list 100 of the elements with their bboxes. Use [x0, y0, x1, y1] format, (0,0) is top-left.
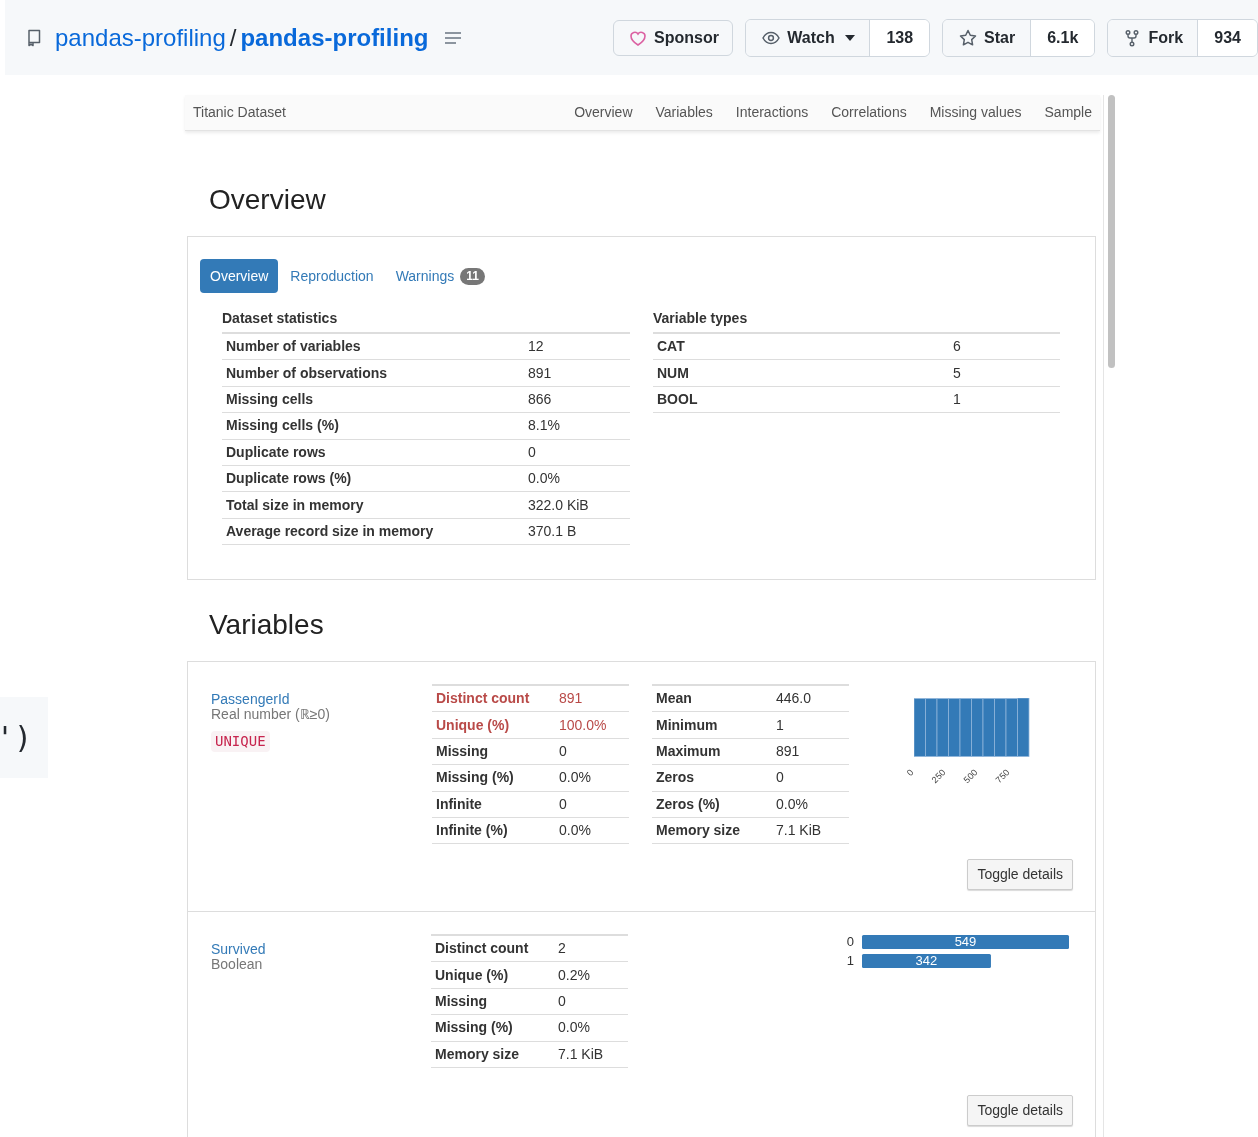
variable-name-link[interactable]: Survived	[211, 941, 266, 957]
nav-link[interactable]: Correlations	[831, 102, 907, 123]
stat-value: 6	[953, 337, 962, 357]
stat-value: 7.1 KiB	[558, 1044, 605, 1064]
stat-value: 0.0%	[558, 1018, 591, 1038]
axis-tick-label: 500	[961, 767, 980, 786]
stat-label: CAT	[656, 337, 686, 357]
stat-value: 0.2%	[558, 965, 591, 985]
tab[interactable]: Warnings 11	[385, 259, 495, 293]
stat-label: Missing (%)	[435, 768, 515, 788]
stat-label: Duplicate rows	[225, 442, 327, 462]
count-link[interactable]: 934	[1198, 19, 1257, 56]
stat-value: 1	[776, 715, 785, 735]
variable-name-link[interactable]: PassengerId	[211, 691, 290, 707]
table-title: Dataset statistics	[222, 309, 339, 328]
stat-value: 0	[528, 442, 537, 462]
stat-label: Memory size	[434, 1044, 521, 1064]
stat-value: 322.0 KiB	[528, 495, 590, 515]
stat-label: Missing cells (%)	[225, 416, 340, 436]
warning-badge: UNIQUE	[211, 731, 270, 752]
scrollbar-thumb[interactable]	[1108, 95, 1115, 368]
stat-value: 446.0	[776, 689, 813, 709]
path-separator: /	[229, 22, 237, 53]
star-icon	[958, 27, 979, 48]
stat-value: 891	[528, 363, 553, 383]
stat-value: 12	[528, 337, 545, 357]
variable-type: Real number (ℝ≥0)	[211, 707, 330, 721]
table-title: Variable types	[653, 309, 749, 328]
stat-label: Missing (%)	[434, 1018, 514, 1038]
nav-link[interactable]: Interactions	[735, 102, 809, 123]
nav-link[interactable]: Variables	[655, 102, 713, 123]
repo-icon	[25, 27, 43, 48]
count-link[interactable]: 6.1k	[1031, 19, 1095, 56]
stat-value: 100.0%	[559, 715, 608, 735]
code-fragment: ')	[0, 719, 33, 757]
menu-icon	[444, 30, 463, 45]
stat-label: Number of variables	[225, 337, 362, 357]
data-label: 549	[954, 934, 977, 949]
stat-value: 5	[953, 363, 962, 383]
stat-label: Missing	[434, 991, 489, 1011]
toggle-details-button[interactable]: Toggle details	[967, 859, 1073, 890]
star-button[interactable]: Star	[943, 19, 1032, 56]
section-heading: Variables	[209, 609, 325, 641]
axis-tick-label: 250	[929, 767, 948, 786]
stat-value: 0.0%	[559, 821, 592, 841]
stat-label: Infinite (%)	[435, 821, 509, 841]
nav-link[interactable]: Sample	[1044, 102, 1092, 123]
stat-label: Distinct count	[434, 939, 530, 959]
stat-label: Minimum	[655, 715, 719, 735]
stat-value: 0.0%	[559, 768, 592, 788]
tab[interactable]: Reproduction	[280, 259, 384, 293]
stat-label: Zeros (%)	[655, 794, 721, 814]
section-heading: Overview	[209, 184, 327, 216]
stat-value: 0.0%	[528, 469, 561, 489]
variable-type: Boolean	[211, 957, 263, 971]
caret-icon	[844, 34, 855, 41]
stat-label: Duplicate rows (%)	[225, 469, 353, 489]
stat-value: 0	[776, 768, 785, 788]
stat-label: Infinite	[435, 794, 483, 814]
axis-tick-label: 750	[993, 767, 1012, 786]
nav-link[interactable]: Overview	[574, 102, 633, 123]
repo-owner-link[interactable]: pandas-profiling	[55, 19, 226, 56]
repo-name-link[interactable]: pandas-profiling	[240, 19, 429, 56]
stat-value: 0	[559, 741, 568, 761]
stat-label: Maximum	[655, 741, 722, 761]
stat-value: 891	[559, 689, 584, 709]
stat-value: 2	[558, 939, 567, 959]
category-label: 0	[846, 934, 854, 949]
stat-label: Zeros	[655, 768, 696, 788]
stat-value: 1	[953, 389, 962, 409]
stat-label: Unique (%)	[434, 965, 510, 985]
stat-label: Mean	[655, 689, 693, 709]
stat-label: Total size in memory	[225, 495, 365, 515]
count-link[interactable]: 138	[870, 19, 930, 56]
fork-button[interactable]: Fork	[1108, 19, 1199, 56]
data-label: 342	[915, 953, 938, 968]
sponsor-button[interactable]: Sponsor	[613, 19, 734, 56]
stat-value: 370.1 B	[528, 521, 578, 541]
category-label: 1	[846, 953, 854, 968]
stat-value: 7.1 KiB	[776, 821, 823, 841]
stat-value: 891	[776, 741, 801, 761]
stat-label: BOOL	[656, 389, 699, 409]
brand-link[interactable]: Titanic Dataset	[193, 102, 286, 123]
stat-value: 8.1%	[528, 416, 561, 436]
watch-button[interactable]: Watch	[746, 19, 871, 56]
stat-value: 0	[559, 794, 568, 814]
stat-label: NUM	[656, 363, 690, 383]
toggle-details-button[interactable]: Toggle details	[967, 1095, 1073, 1126]
stat-label: Distinct count	[435, 689, 531, 709]
stat-label: Number of observations	[225, 363, 389, 383]
count-badge: 11	[460, 267, 485, 285]
stat-label: Missing cells	[225, 389, 315, 409]
stat-value: 866	[528, 389, 553, 409]
stat-label: Average record size in memory	[225, 521, 435, 541]
stat-label: Missing	[435, 741, 490, 761]
tab[interactable]: Overview	[200, 259, 279, 293]
nav-link[interactable]: Missing values	[929, 102, 1022, 123]
stat-label: Memory size	[655, 821, 742, 841]
stat-value: 0.0%	[776, 794, 809, 814]
axis-tick-label: 0	[904, 767, 916, 778]
